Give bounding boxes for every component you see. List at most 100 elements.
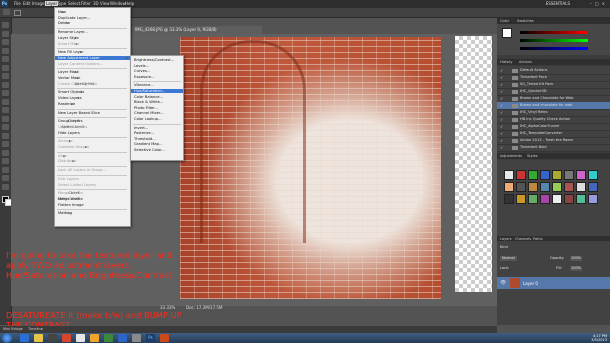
tab-timeline[interactable]: Timeline (28, 327, 43, 331)
style-swatch[interactable] (576, 170, 586, 180)
fill-value[interactable]: 100% (570, 266, 583, 271)
style-swatch[interactable] (564, 182, 574, 192)
action-toggle-icon[interactable]: ✓ (500, 82, 503, 87)
action-toggle-icon[interactable]: ✓ (500, 96, 503, 101)
menu-item-delete[interactable]: Delete ▸ (58, 21, 70, 25)
menu-item-color-lookup[interactable]: Color Lookup... (134, 117, 162, 121)
clone-stamp-tool-icon[interactable] (2, 90, 9, 96)
history-brush-tool-icon[interactable] (2, 98, 9, 105)
app-icon-2[interactable] (132, 334, 141, 342)
menu-item-gradient-map[interactable]: Gradient Map... (134, 142, 163, 146)
menu-item-layer-mask[interactable]: Layer Mask ▸ (58, 70, 79, 74)
layer-name[interactable]: Layer 0 (523, 281, 538, 286)
pen-tool-icon[interactable] (2, 141, 9, 147)
maximize-icon[interactable]: □ (595, 1, 602, 6)
zoom-tool-icon[interactable] (2, 183, 9, 190)
menu-item-vector-mask[interactable]: Vector Mask ▸ (58, 76, 80, 80)
menu-window[interactable]: Window (110, 1, 126, 6)
tab-adjustments[interactable]: Adjustments (500, 154, 522, 158)
menu-item-align[interactable]: Align ▸ (58, 154, 67, 158)
quick-select-tool-icon[interactable] (2, 47, 9, 54)
menu-item-group-layers[interactable]: Group Layers Ctrl+G (58, 119, 83, 123)
taskbar-clock[interactable]: 4:17 PM 3/5/2013 (591, 334, 607, 342)
menu-item-video-layers[interactable]: Video Layers ▸ (58, 96, 82, 100)
style-swatch[interactable] (528, 182, 538, 192)
blue-slider[interactable] (520, 47, 588, 50)
menu-item-channel-mixer[interactable]: Channel Mixer... (134, 111, 164, 115)
menu-item-layer-style[interactable]: Layer Style ▸ (58, 36, 79, 40)
green-app-icon[interactable] (104, 334, 113, 342)
menu-item-black-white[interactable]: Black & White... (134, 100, 163, 104)
menu-item-smart-filter[interactable]: Smart Filter ▸ (58, 42, 79, 46)
menu-item-selective-color[interactable]: Selective Color... (134, 148, 165, 152)
photoshop-taskbar-icon[interactable]: Ps (146, 334, 155, 342)
style-swatch[interactable] (564, 170, 574, 180)
tab-styles[interactable]: Styles (527, 154, 538, 158)
menu-view[interactable]: View (100, 1, 110, 6)
close-icon[interactable]: × (602, 1, 608, 6)
style-swatch[interactable] (504, 182, 514, 192)
panel-fg-color-swatch[interactable] (502, 28, 512, 38)
app-icon-3[interactable] (160, 334, 169, 342)
style-swatch[interactable] (552, 170, 562, 180)
menu-image[interactable]: Image (32, 1, 45, 6)
action-toggle-icon[interactable]: ✓ (500, 124, 503, 129)
action-toggle-icon[interactable]: ✓ (500, 103, 503, 108)
style-swatch[interactable] (528, 170, 538, 180)
style-swatch[interactable] (588, 182, 598, 192)
menu-item-combine-shapes[interactable]: Combine Shapes ▸ (58, 145, 89, 149)
action-toggle-icon[interactable]: ✓ (500, 110, 503, 115)
style-swatch[interactable] (504, 194, 514, 204)
style-swatch[interactable] (516, 182, 526, 192)
style-swatch[interactable] (540, 194, 550, 204)
eyedropper-tool-icon[interactable] (2, 64, 9, 71)
menu-help[interactable]: Help (125, 1, 134, 6)
menu-select[interactable]: Select (68, 1, 80, 6)
healing-tool-icon[interactable] (2, 73, 9, 79)
menu-item-rasterize[interactable]: Rasterize ▸ (58, 102, 75, 106)
style-swatch[interactable] (552, 194, 562, 204)
menu-item-new-adjustment-layer[interactable]: New Adjustment Layer ▸ (55, 55, 130, 60)
menu-item-hue-saturation[interactable]: Hue/Saturation... (131, 89, 183, 93)
menu-item-flatten-image[interactable]: Flatten Image (58, 203, 84, 207)
menu-item-curves[interactable]: Curves... (134, 69, 150, 73)
tool-preset-icon[interactable] (3, 9, 10, 15)
style-swatch[interactable] (564, 194, 574, 204)
action-toggle-icon[interactable]: ✓ (500, 89, 503, 94)
red-slider[interactable] (520, 31, 588, 34)
eye-visibility-icon[interactable]: 👁 (500, 280, 506, 286)
move-tool-icon[interactable] (2, 22, 9, 28)
menu-item-duplicate-layer[interactable]: Duplicate Layer... (58, 16, 90, 20)
menu-type[interactable]: Type (57, 1, 66, 6)
tab-mini-bridge[interactable]: Mini Bridge (3, 327, 23, 331)
chrome-icon[interactable] (62, 334, 71, 342)
menu-item-exposure[interactable]: Exposure... (134, 75, 155, 79)
menu-item-photo-filter[interactable]: Photo Filter... (134, 106, 158, 110)
menu-item-distribute[interactable]: Distribute ▸ (58, 159, 76, 163)
action-toggle-icon[interactable]: ✓ (500, 145, 503, 150)
menu-item-ungroup-layers[interactable]: Ungroup Layers Shift+Ctrl+G (58, 125, 87, 129)
tab-actions[interactable]: Actions (519, 60, 532, 64)
app-icon[interactable] (76, 334, 85, 342)
style-swatch[interactable] (588, 170, 598, 180)
crop-tool-icon[interactable] (2, 56, 9, 62)
tab-swatches[interactable]: Swatches (517, 19, 534, 23)
menu-item-link-layers[interactable]: Link Layers (58, 177, 79, 181)
tab-color[interactable]: Color (500, 19, 509, 23)
path-select-tool-icon[interactable] (2, 158, 9, 164)
menu-item-create-clipping-mask[interactable]: Create Clipping Mask Alt+Ctrl+G (58, 82, 97, 86)
menu-item-hide-layers[interactable]: Hide Layers (58, 131, 80, 135)
workspace-switcher[interactable]: ESSENTIALS (546, 1, 570, 6)
style-swatch[interactable] (576, 194, 586, 204)
green-slider[interactable] (520, 39, 588, 42)
eraser-tool-icon[interactable] (2, 107, 9, 113)
menu-item-color-balance[interactable]: Color Balance... (134, 95, 163, 99)
menu-item-rename-layer[interactable]: Rename Layer... (58, 30, 88, 34)
menu-edit[interactable]: Edit (23, 1, 31, 6)
style-swatch[interactable] (516, 194, 526, 204)
menu-3d[interactable]: 3D (93, 1, 99, 6)
menu-item-levels[interactable]: Levels... (134, 64, 149, 68)
menu-item-select-linked-layers[interactable]: Select Linked Layers (58, 183, 96, 187)
blend-mode-select[interactable]: Normal (500, 256, 517, 261)
action-toggle-icon[interactable]: ✓ (500, 138, 503, 143)
